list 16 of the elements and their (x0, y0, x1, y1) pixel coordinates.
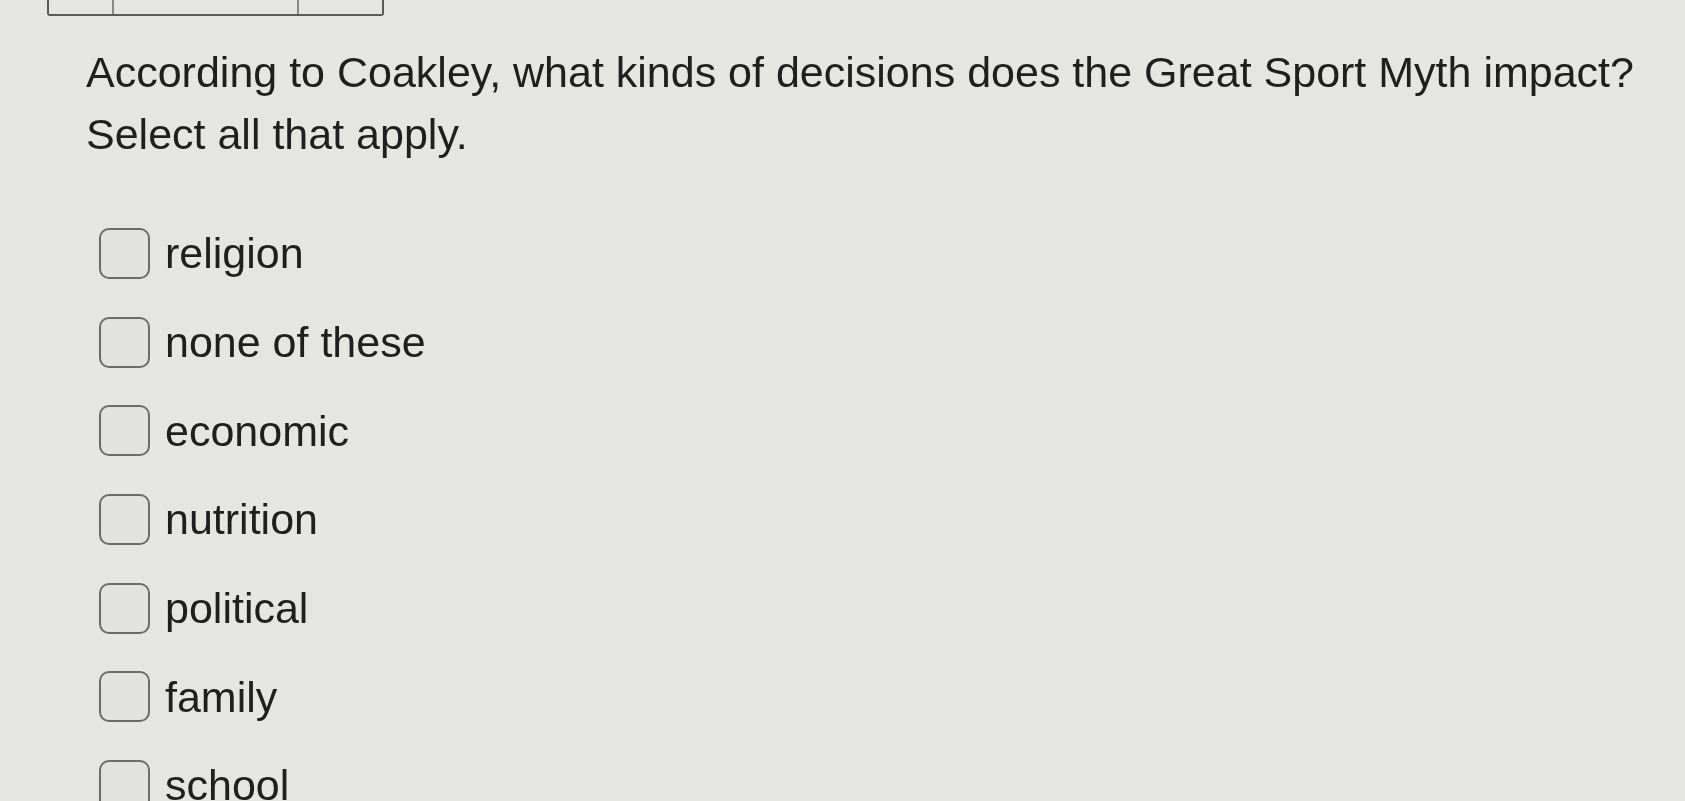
question-text: According to Coakley, what kinds of decisions does the Great Sport Myth impact? (86, 47, 1634, 98)
option-label: family (165, 671, 278, 723)
checkbox[interactable] (99, 493, 150, 545)
checkbox[interactable] (99, 759, 150, 801)
option-label: religion (165, 228, 304, 280)
checkbox[interactable] (99, 316, 150, 368)
option-label: none of these (165, 317, 426, 369)
checkbox[interactable] (99, 582, 150, 634)
option-label: political (165, 583, 309, 635)
option-label: economic (165, 405, 350, 457)
instruction-text: Select all that apply. (86, 109, 468, 160)
checkbox[interactable] (99, 227, 150, 279)
checkbox[interactable] (99, 671, 150, 723)
option-label: nutrition (165, 494, 318, 546)
checkbox[interactable] (99, 405, 150, 457)
option-label: school (165, 760, 290, 801)
